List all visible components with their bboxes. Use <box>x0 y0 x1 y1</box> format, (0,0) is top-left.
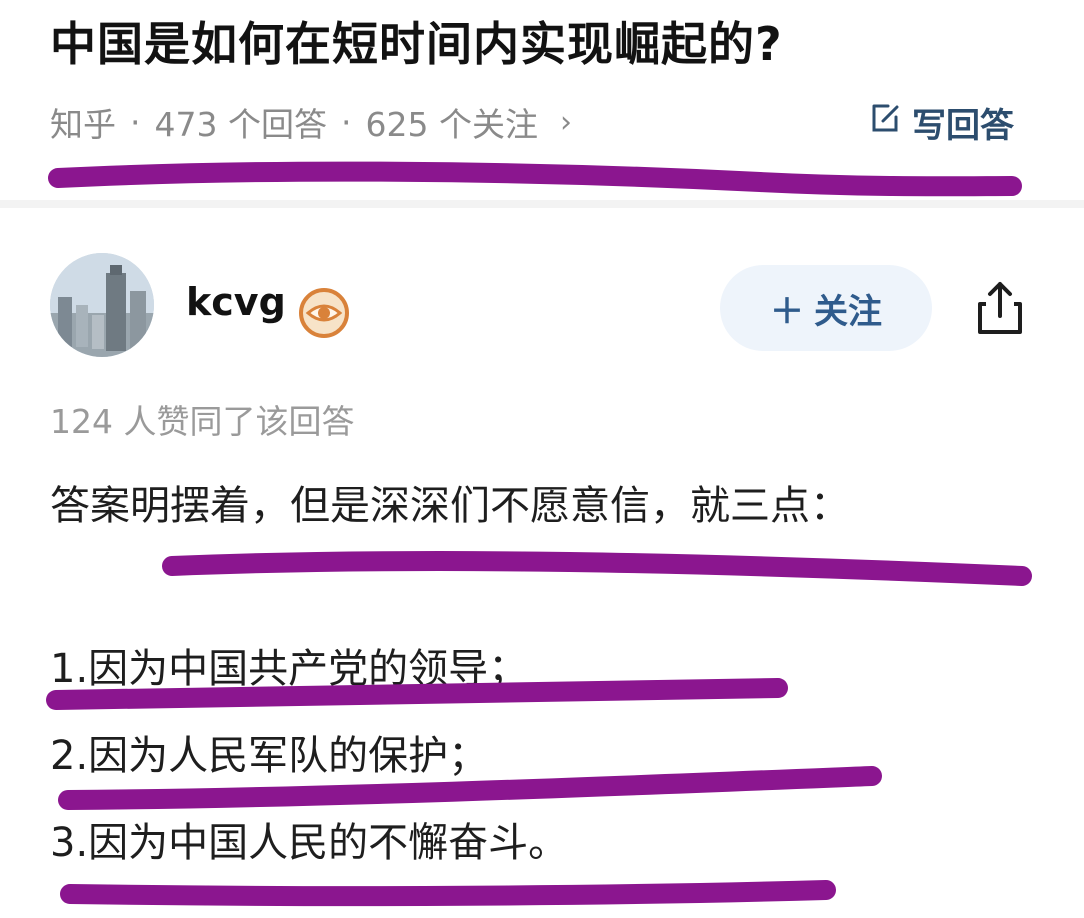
underline-mark <box>46 678 788 710</box>
underline-mark <box>48 161 1022 197</box>
underline-mark <box>58 766 882 810</box>
underline-mark <box>162 551 1032 586</box>
underline-mark <box>60 880 836 907</box>
highlight-marks <box>46 161 1032 907</box>
